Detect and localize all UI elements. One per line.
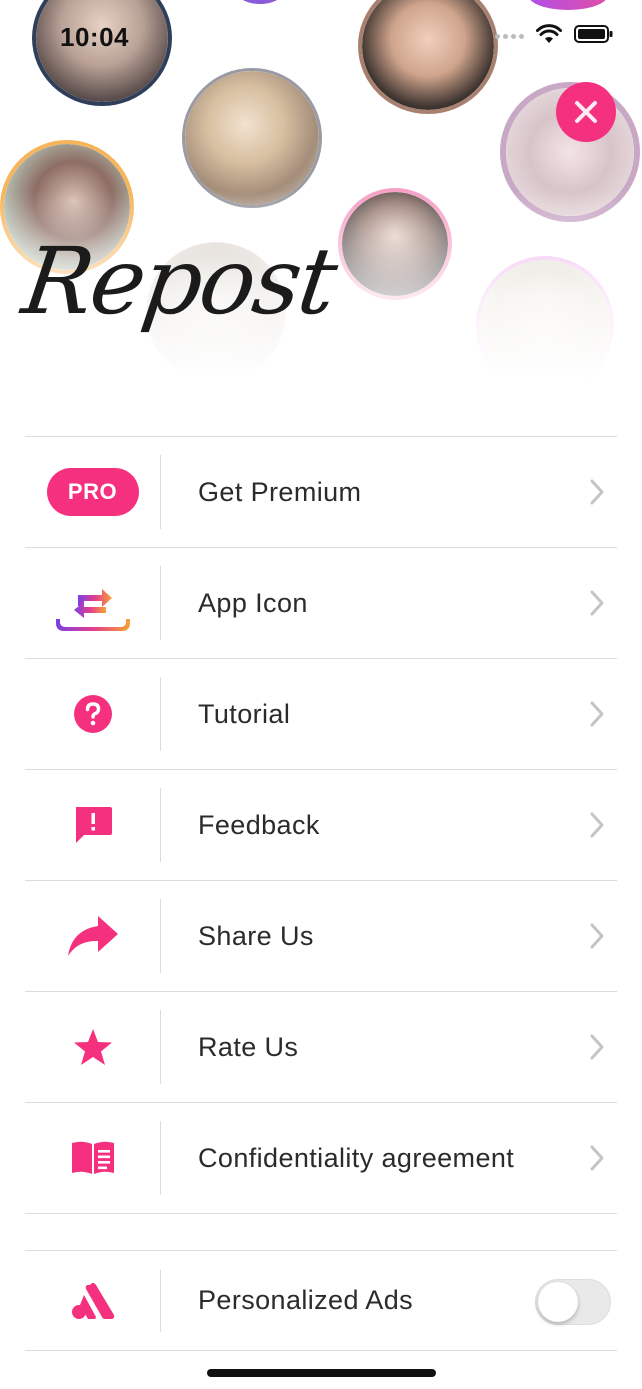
menu-item-confidentiality-agreement[interactable]: Confidentiality agreement [25, 1103, 617, 1214]
toggle-knob [538, 1282, 578, 1322]
chevron-right-icon [590, 812, 604, 838]
avatar [358, 0, 498, 114]
menu-item-label: Get Premium [198, 476, 362, 507]
feedback-icon [75, 807, 112, 843]
pro-badge: PRO [46, 468, 139, 516]
menu-item-label: Confidentiality agreement [198, 1142, 515, 1173]
close-button[interactable] [556, 82, 616, 142]
chevron-right-icon [590, 701, 604, 727]
menu-item-label: Rate Us [198, 1031, 299, 1062]
menu-list: PRO Get Premium App Icon Tutorial Feedba… [25, 436, 617, 1214]
home-indicator [207, 1369, 436, 1377]
share-arrow-icon [67, 916, 118, 956]
avatar [230, 0, 290, 4]
chevron-right-icon [590, 1145, 604, 1171]
star-icon [73, 1029, 112, 1065]
battery-icon [574, 24, 614, 49]
menu-item-tutorial[interactable]: Tutorial [25, 659, 617, 770]
menu-item-label: Tutorial [198, 698, 291, 729]
personalized-ads-toggle[interactable] [535, 1279, 611, 1325]
app-logo: Repost [16, 228, 342, 335]
menu-item-app-icon[interactable]: App Icon [25, 548, 617, 659]
menu-item-share-us[interactable]: Share Us [25, 881, 617, 992]
chevron-right-icon [590, 923, 604, 949]
signal-icon [495, 34, 524, 39]
chevron-right-icon [590, 1034, 604, 1060]
settings-list: Personalized Ads [25, 1250, 617, 1351]
wifi-icon [536, 24, 562, 49]
menu-item-label: Feedback [198, 809, 320, 840]
repost-app-icon [55, 589, 130, 631]
menu-item-label: App Icon [198, 587, 308, 618]
chevron-right-icon [590, 590, 604, 616]
menu-item-rate-us[interactable]: Rate Us [25, 992, 617, 1103]
status-time: 10:04 [60, 22, 129, 52]
menu-item-get-premium[interactable]: PRO Get Premium [25, 437, 617, 548]
chevron-right-icon [590, 479, 604, 505]
status-icons [495, 24, 614, 49]
question-icon [73, 695, 112, 733]
avatar [182, 68, 322, 208]
book-icon [71, 1141, 114, 1174]
menu-item-label: Share Us [198, 920, 314, 951]
avatar [32, 0, 172, 106]
settings-item-personalized-ads: Personalized Ads [25, 1251, 617, 1351]
close-icon [575, 101, 597, 123]
menu-item-feedback[interactable]: Feedback [25, 770, 617, 881]
ads-icon [71, 1282, 114, 1319]
avatar [528, 0, 608, 10]
